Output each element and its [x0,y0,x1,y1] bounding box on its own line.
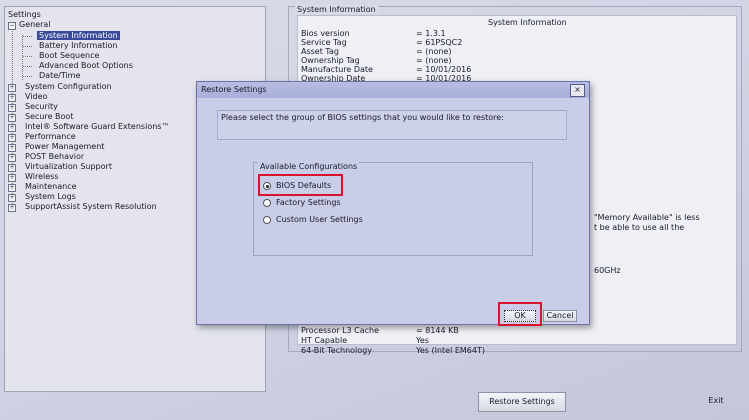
expand-icon[interactable]: + [8,84,16,92]
info-label: Service Tag [301,38,347,47]
tree-item-wireless[interactable]: Wireless [25,172,58,182]
expand-icon[interactable]: + [8,164,16,172]
dialog-prompt: Please select the group of BIOS settings… [221,113,504,122]
tree-item-virtualization-support[interactable]: Virtualization Support [25,162,112,172]
option-factory-settings[interactable]: Factory Settings [276,198,341,207]
radio-custom-user-settings[interactable] [263,216,271,224]
tree-item-maintenance[interactable]: Maintenance [25,182,77,192]
tree-item-security[interactable]: Security [25,102,58,112]
expand-icon[interactable]: + [8,174,16,182]
info-value: = (none) [416,56,452,65]
group-title: System Information [295,5,378,14]
tree-connector [23,46,32,47]
expand-icon[interactable]: + [8,194,16,202]
processor-speed: 60GHz [594,266,621,275]
info-value: = 10/01/2016 [416,65,472,74]
info-value: Yes [416,336,429,345]
tree-item-system-configuration[interactable]: System Configuration [25,82,112,92]
highlight-box [498,302,542,326]
group-label: Available Configurations [258,162,360,171]
info-label: Bios version [301,29,350,38]
tree-item-supportassist[interactable]: SupportAssist System Resolution [25,202,157,212]
tree-item-post-behavior[interactable]: POST Behavior [25,152,84,162]
expand-icon[interactable]: + [8,134,16,142]
option-custom-user-settings[interactable]: Custom User Settings [276,215,363,224]
info-label: Ownership Tag [301,56,360,65]
info-label: Processor L3 Cache [301,326,380,335]
tree-item-advanced-boot-options[interactable]: Advanced Boot Options [39,61,133,71]
tree-title: Settings [8,10,41,19]
expand-icon[interactable]: + [8,114,16,122]
tree-item-system-information[interactable]: System Information [37,31,120,41]
dialog-title: Restore Settings [201,85,267,94]
info-value: = (none) [416,47,452,56]
exit-button[interactable]: Exit [690,392,742,412]
tree-item-battery-information[interactable]: Battery Information [39,41,117,51]
memory-note: t be able to use all the [594,223,685,232]
tree-item-general[interactable]: General [19,20,51,30]
tree-connector [23,76,32,77]
tree-item-system-logs[interactable]: System Logs [25,192,76,202]
info-box-title: System Information [488,18,567,27]
restore-settings-button[interactable]: Restore Settings [478,392,566,412]
expand-icon[interactable]: + [8,144,16,152]
dialog-titlebar: Restore Settings × [197,82,589,98]
radio-factory-settings[interactable] [263,199,271,207]
close-icon[interactable]: × [570,84,585,97]
info-value: = 1.3.1 [416,29,446,38]
cancel-button[interactable]: Cancel [543,310,577,322]
highlight-box [258,174,343,196]
info-value: = 8144 KB [416,326,459,335]
expand-icon[interactable]: + [8,184,16,192]
info-value: Yes (Intel EM64T) [416,346,485,355]
tree-item-sgx[interactable]: Intel® Software Guard Extensions™ [25,122,169,132]
tree-item-secure-boot[interactable]: Secure Boot [25,112,73,122]
tree-connector [23,56,32,57]
tree-guide-line [22,35,23,80]
tree-item-boot-sequence[interactable]: Boot Sequence [39,51,99,61]
expand-icon[interactable]: + [8,104,16,112]
info-label: Manufacture Date [301,65,373,74]
info-value: = 61PSQC2 [416,38,463,47]
configurations-group: Available Configurations BIOS Defaults F… [253,162,533,256]
restore-settings-dialog: Restore Settings × Please select the gro… [196,81,590,326]
tree-connector [23,66,32,67]
info-label: Asset Tag [301,47,339,56]
expand-icon[interactable]: + [8,154,16,162]
memory-note: "Memory Available" is less [594,213,700,222]
expand-icon[interactable]: + [8,124,16,132]
tree-item-video[interactable]: Video [25,92,47,102]
tree-item-date-time[interactable]: Date/Time [39,71,80,81]
info-label: HT Capable [301,336,348,345]
tree-connector [23,36,32,37]
collapse-icon[interactable]: − [8,22,16,30]
tree-item-power-management[interactable]: Power Management [25,142,104,152]
info-label: 64-Bit Technology [301,346,372,355]
expand-icon[interactable]: + [8,94,16,102]
prompt-box: Please select the group of BIOS settings… [217,110,567,140]
tree-item-performance[interactable]: Performance [25,132,76,142]
expand-icon[interactable]: + [8,204,16,212]
